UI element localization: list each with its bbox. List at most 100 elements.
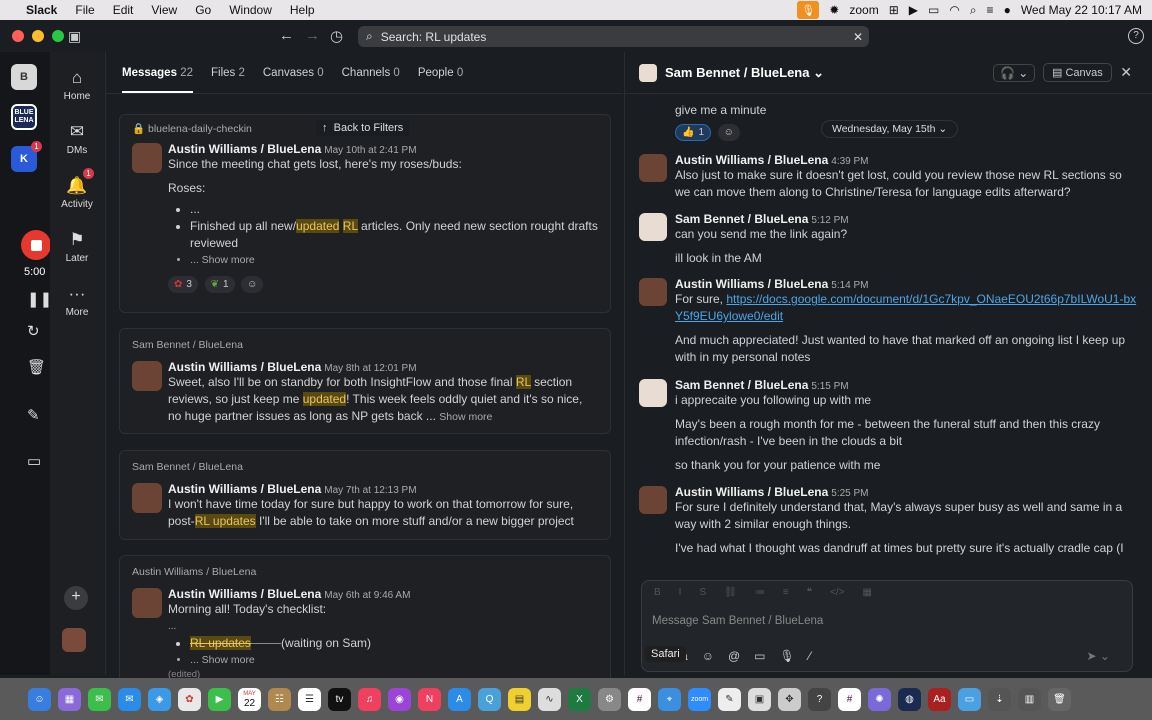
message-time[interactable]: May 8th at 12:01 PM bbox=[324, 363, 416, 374]
wifi-icon[interactable]: ◠ bbox=[949, 3, 959, 17]
huddle-button[interactable]: 🎧 ⌄ bbox=[993, 64, 1036, 82]
bold-icon[interactable]: B bbox=[654, 587, 661, 599]
message-time[interactable]: May 6th at 9:46 AM bbox=[324, 590, 410, 601]
code-block-icon[interactable]: ▦ bbox=[863, 587, 872, 599]
italic-icon[interactable]: I bbox=[679, 587, 682, 599]
conversation-avatar[interactable] bbox=[639, 63, 657, 82]
reaction-sprout[interactable]: ❦ 1 bbox=[204, 276, 235, 293]
zoom-app-icon[interactable]: zoom bbox=[688, 687, 711, 711]
avatar[interactable] bbox=[132, 588, 162, 618]
search-icon[interactable]: ⌕ bbox=[970, 3, 977, 18]
tab-channels[interactable]: Channels 0 bbox=[342, 67, 400, 93]
help-icon[interactable]: ? bbox=[1128, 28, 1144, 44]
camera-icon[interactable]: ▭ bbox=[27, 452, 41, 470]
avatar[interactable] bbox=[639, 379, 667, 407]
nav-activity[interactable]: 🔔 Activity bbox=[50, 176, 104, 210]
message-author[interactable]: Austin Williams / BlueLena bbox=[675, 485, 828, 499]
record-stop-button[interactable] bbox=[21, 230, 51, 260]
message-time[interactable]: 5:14 PM bbox=[831, 280, 868, 291]
restart-icon[interactable]: ↻ bbox=[27, 322, 40, 340]
message-author[interactable]: Sam Bennet / BlueLena bbox=[675, 378, 808, 392]
code-icon[interactable]: </> bbox=[830, 587, 844, 599]
message-author[interactable]: Sam Bennet / BlueLena bbox=[675, 212, 808, 226]
search-result[interactable]: 🔒 bluelena-daily-checkin Austin Williams… bbox=[119, 114, 611, 313]
downloads-icon[interactable]: ⇣ bbox=[988, 687, 1011, 711]
tv-icon[interactable]: tv bbox=[328, 687, 351, 711]
pause-icon[interactable]: ❚❚ bbox=[27, 290, 52, 308]
search-result[interactable]: Austin Williams / BlueLena Austin Willia… bbox=[119, 555, 611, 685]
nav-dms[interactable]: ✉ DMs bbox=[50, 122, 104, 156]
workspace-bluelena[interactable]: BLUE LENA bbox=[11, 104, 37, 130]
music-icon[interactable]: ♫ bbox=[358, 687, 381, 711]
zoom-window-button[interactable] bbox=[52, 30, 64, 42]
bullet-list-icon[interactable]: ≡ bbox=[783, 587, 789, 599]
date-divider[interactable]: Wednesday, May 15th ⌄ bbox=[821, 120, 959, 138]
notes-icon[interactable]: ▤ bbox=[508, 687, 531, 711]
tab-people[interactable]: People 0 bbox=[418, 67, 463, 93]
message-author[interactable]: Austin Williams / BlueLena bbox=[168, 360, 321, 374]
link-icon[interactable]: ⛓ bbox=[724, 587, 737, 599]
reaction-rose[interactable]: ✿ 3 bbox=[168, 276, 198, 293]
trash-icon[interactable]: 🗑 bbox=[1048, 687, 1071, 711]
canvas-button[interactable]: ▤ Canvas bbox=[1043, 63, 1112, 82]
avatar[interactable] bbox=[639, 213, 667, 241]
photos-icon[interactable]: ✿ bbox=[178, 687, 201, 711]
screen-icon[interactable]: ⊞ bbox=[889, 3, 899, 17]
show-more-link[interactable]: ... Show more bbox=[190, 652, 598, 669]
facetime-icon[interactable]: ▶ bbox=[208, 687, 231, 711]
message-author[interactable]: Austin Williams / BlueLena bbox=[168, 142, 321, 156]
settings-icon[interactable]: ✺ bbox=[868, 687, 891, 711]
message-author[interactable]: Austin Williams / BlueLena bbox=[675, 277, 828, 291]
emoji-icon[interactable]: ☺ bbox=[702, 649, 714, 663]
search-input[interactable]: Search: RL updates bbox=[381, 30, 487, 44]
message-time[interactable]: May 10th at 2:41 PM bbox=[324, 145, 416, 156]
message-author[interactable]: Austin Williams / BlueLena bbox=[168, 482, 321, 496]
reminders-icon[interactable]: ☰ bbox=[298, 687, 321, 711]
acrobat-icon[interactable]: Aa bbox=[928, 687, 951, 711]
nav-later[interactable]: ⚑ Later bbox=[50, 230, 104, 264]
microphone-icon[interactable]: 🎙 bbox=[797, 1, 820, 19]
app-store-icon[interactable]: A bbox=[448, 687, 471, 711]
finder-icon[interactable]: ☺ bbox=[28, 687, 51, 711]
menu-help[interactable]: Help bbox=[290, 3, 315, 17]
add-reaction-icon[interactable]: ☺ bbox=[241, 276, 264, 293]
menu-window[interactable]: Window bbox=[229, 3, 272, 17]
avatar[interactable] bbox=[132, 483, 162, 513]
control-center-icon[interactable]: ≡ bbox=[987, 3, 994, 17]
nav-more[interactable]: ··· More bbox=[50, 284, 104, 318]
messages-icon[interactable]: ✉ bbox=[88, 687, 111, 711]
quicktime-icon[interactable]: Q bbox=[478, 687, 501, 711]
back-to-filters-button[interactable]: ↑ Back to Filters bbox=[316, 120, 410, 136]
menu-view[interactable]: View bbox=[151, 3, 177, 17]
message-time[interactable]: 4:39 PM bbox=[831, 156, 868, 167]
screenshot-icon[interactable]: ✥ bbox=[778, 687, 801, 711]
conversation-title[interactable]: Sam Bennet / BlueLena ⌄ bbox=[665, 65, 824, 81]
safari-icon[interactable]: ⌖ bbox=[658, 687, 681, 711]
avatar[interactable] bbox=[639, 486, 667, 514]
forward-arrow-icon[interactable]: → bbox=[305, 27, 320, 44]
message-author[interactable]: Austin Williams / BlueLena bbox=[168, 587, 321, 601]
search-bar[interactable]: ⌕ Search: RL updates ✕ bbox=[358, 26, 869, 47]
back-arrow-icon[interactable]: ← bbox=[279, 27, 294, 44]
message-time[interactable]: 5:15 PM bbox=[811, 381, 848, 392]
tab-canvases[interactable]: Canvases 0 bbox=[263, 67, 324, 93]
mail-icon[interactable]: ✉ bbox=[118, 687, 141, 711]
message-author[interactable]: Austin Williams / BlueLena bbox=[675, 153, 828, 167]
mention-icon[interactable]: @ bbox=[728, 649, 740, 663]
avatar[interactable] bbox=[132, 361, 162, 391]
message-time[interactable]: 5:12 PM bbox=[811, 215, 848, 226]
podcasts-icon[interactable]: ◉ bbox=[388, 687, 411, 711]
menu-app-name[interactable]: Slack bbox=[26, 3, 57, 17]
tab-files[interactable]: Files 2 bbox=[211, 67, 245, 93]
menu-file[interactable]: File bbox=[75, 3, 94, 17]
contacts-icon[interactable]: ☷ bbox=[268, 687, 291, 711]
maps-icon[interactable]: ◈ bbox=[148, 687, 171, 711]
play-icon[interactable]: ▶ bbox=[909, 3, 918, 17]
launchpad-icon[interactable]: ▦ bbox=[58, 687, 81, 711]
slash-icon[interactable]: ⁄ bbox=[809, 649, 811, 663]
calendar-icon[interactable]: MAY 22 bbox=[238, 687, 261, 711]
avatar[interactable] bbox=[132, 143, 162, 173]
reaction-thumbs-up[interactable]: 👍 1 bbox=[675, 124, 712, 141]
avatar[interactable] bbox=[639, 154, 667, 182]
draw-icon[interactable]: ✎ bbox=[27, 406, 40, 424]
